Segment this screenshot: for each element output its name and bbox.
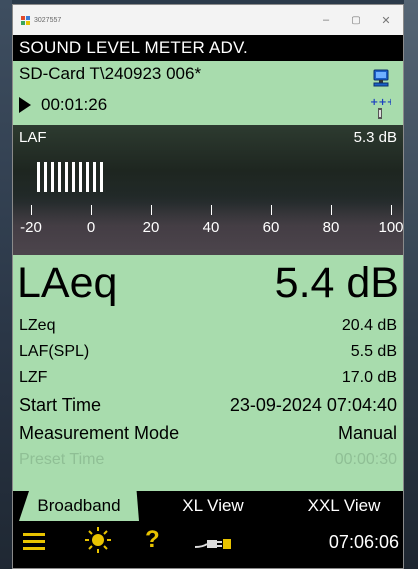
bargraph-segment: [65, 162, 68, 192]
reading-row[interactable]: LAF(SPL) 5.5 dB: [13, 339, 403, 365]
bargraph-segment: [37, 162, 40, 192]
bottom-toolbar: ? 07:06:06: [13, 521, 403, 568]
scale-tick-label: 80: [322, 219, 340, 236]
clock: 07:06:06: [328, 532, 399, 552]
window-title: 3027557: [34, 16, 62, 24]
level-bargraph: [37, 162, 103, 192]
primary-reading[interactable]: LAeq 5.4 dB: [13, 255, 403, 313]
reading-label: LAF(SPL): [19, 343, 90, 360]
level-meter: LAF 5.3 dB -20 0 20 40 60 80 100: [13, 125, 403, 255]
scale-tick-label: 100: [378, 219, 404, 236]
reading-label: LZF: [19, 369, 48, 386]
reading-label: Preset Time: [19, 451, 105, 468]
primary-reading-label: LAeq: [17, 259, 118, 307]
minimize-button[interactable]: –: [311, 5, 341, 35]
file-name[interactable]: SD-Card T\240923 006*: [19, 64, 201, 84]
reading-value: Manual: [337, 423, 397, 443]
tab-xxl-view[interactable]: XXL View: [289, 491, 399, 521]
window-titlebar[interactable]: 3027557 – ▢ ✕: [13, 5, 403, 35]
reading-row[interactable]: LZeq 20.4 dB: [13, 313, 403, 339]
file-panel[interactable]: SD-Card T\240923 006* 00:01:26 +++: [13, 61, 403, 125]
primary-reading-value: 5.4 dB: [274, 259, 399, 307]
preset-time-row: Preset Time 00:00:30: [13, 447, 403, 473]
reading-value: 20.4 dB: [341, 317, 397, 334]
scale-tick-label: -20: [20, 219, 42, 236]
brightness-icon[interactable]: [83, 525, 113, 555]
reading-label: Measurement Mode: [19, 423, 180, 443]
reading-value: 00:00:30: [334, 451, 397, 468]
meter-label: LAF: [19, 129, 47, 146]
scale-tick: [91, 205, 92, 215]
bargraph-segment: [79, 162, 82, 192]
view-tabs: Broadband XL View XXL View: [13, 491, 403, 521]
scale-tick-label: 60: [262, 219, 280, 236]
meter-value: 5.3 dB: [353, 129, 397, 146]
scale-tick: [331, 205, 332, 215]
scale-tick-label: 40: [202, 219, 220, 236]
reading-row[interactable]: LZF 17.0 dB: [13, 365, 403, 391]
bargraph-segment: [100, 162, 103, 192]
elapsed-time: 00:01:26: [41, 95, 108, 114]
maximize-button[interactable]: ▢: [341, 5, 371, 35]
desktop-background-left: [0, 0, 12, 569]
app-window-icon: [21, 15, 30, 25]
reading-value: 5.5 dB: [350, 343, 397, 360]
playback-row[interactable]: 00:01:26: [19, 95, 107, 115]
reading-value: 23-09-2024 07:04:40: [229, 395, 397, 415]
reading-value: 17.0 dB: [341, 369, 397, 386]
desktop-background-right: [404, 0, 418, 569]
help-icon[interactable]: ?: [145, 525, 160, 555]
scale-tick: [31, 205, 32, 215]
start-time-row[interactable]: Start Time 23-09-2024 07:04:40: [13, 391, 403, 419]
bargraph-segment: [86, 162, 89, 192]
power-plug-icon[interactable]: [193, 529, 237, 559]
svg-text:+++: +++: [370, 97, 391, 108]
app-title: SOUND LEVEL METER ADV.: [13, 35, 403, 61]
bargraph-segment: [51, 162, 54, 192]
bargraph-segment: [58, 162, 61, 192]
meter-scale: -20 0 20 40 60 80 100: [13, 191, 403, 251]
reading-label: Start Time: [19, 395, 102, 415]
menu-icon[interactable]: [23, 533, 45, 563]
scale-tick-label: 20: [142, 219, 160, 236]
measurement-mode-row[interactable]: Measurement Mode Manual: [13, 419, 403, 447]
tab-broadband[interactable]: Broadband: [19, 491, 139, 521]
scale-tick: [391, 205, 392, 215]
reading-label: LZeq: [19, 317, 56, 334]
scale-tick: [211, 205, 212, 215]
play-icon[interactable]: [19, 97, 31, 113]
bargraph-segment: [93, 162, 96, 192]
tab-xl-view[interactable]: XL View: [163, 491, 263, 521]
computer-icon[interactable]: [371, 69, 391, 89]
readings-panel: LAeq 5.4 dB LZeq 20.4 dB LAF(SPL) 5.5 dB…: [13, 255, 403, 528]
scale-tick: [151, 205, 152, 215]
scale-tick: [271, 205, 272, 215]
bargraph-segment: [44, 162, 47, 192]
gps-antenna-icon: +++: [370, 97, 391, 119]
app-window: 3027557 – ▢ ✕ SOUND LEVEL METER ADV. SD-…: [12, 4, 404, 569]
close-button[interactable]: ✕: [371, 5, 401, 35]
bargraph-segment: [72, 162, 75, 192]
scale-tick-label: 0: [86, 219, 96, 236]
